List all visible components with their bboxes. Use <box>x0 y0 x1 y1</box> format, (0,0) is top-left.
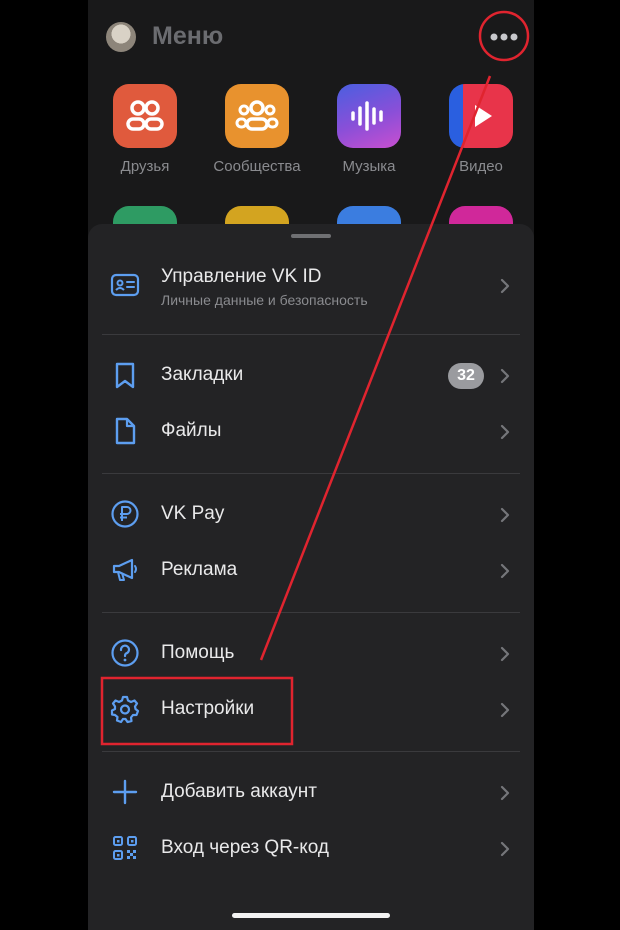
phone-screen: Меню Друзья Сообщества Музыка Видео Упра… <box>88 0 534 930</box>
question-icon <box>110 638 140 668</box>
menu-item-label: VK Pay <box>161 503 225 524</box>
menu-item-vk-pay[interactable]: VK Pay <box>102 487 520 543</box>
app-label: Музыка <box>342 158 396 175</box>
menu-item-subtitle: Личные данные и безопасность <box>161 292 368 308</box>
bookmark-icon <box>110 360 140 390</box>
app-friends[interactable]: Друзья <box>90 84 200 175</box>
chevron-right-icon <box>500 563 510 579</box>
sheet-grabber[interactable] <box>291 234 331 238</box>
app-label: Сообщества <box>213 158 301 175</box>
menu-item-files[interactable]: Файлы <box>102 404 520 460</box>
menu-item-label: Закладки <box>161 364 244 385</box>
menu-item-bookmarks[interactable]: Закладки 32 <box>102 348 520 404</box>
divider <box>102 473 520 474</box>
app-communities[interactable]: Сообщества <box>202 84 312 175</box>
music-icon <box>337 84 401 148</box>
menu-item-vk-id[interactable]: Управление VK ID Личные данные и безопас… <box>102 258 520 314</box>
more-button[interactable] <box>474 20 534 54</box>
counter-badge: 32 <box>448 363 484 389</box>
divider <box>102 751 520 752</box>
menu-item-label: Управление VK ID <box>161 266 322 287</box>
menu-item-label: Реклама <box>161 559 238 580</box>
menu-item-label: Добавить аккаунт <box>161 781 317 802</box>
app-label: Видео <box>459 158 503 175</box>
id-card-icon <box>110 270 140 300</box>
menu-item-add-account[interactable]: Добавить аккаунт <box>102 765 520 821</box>
avatar[interactable] <box>106 22 136 52</box>
menu-item-label: Файлы <box>161 420 222 441</box>
chevron-right-icon <box>500 424 510 440</box>
file-icon <box>110 416 140 446</box>
ruble-icon <box>110 499 140 529</box>
app-label: Друзья <box>120 158 170 175</box>
plus-icon <box>110 777 140 807</box>
chevron-right-icon <box>500 368 510 384</box>
chevron-right-icon <box>500 278 510 294</box>
menu-item-label: Помощь <box>161 642 235 663</box>
menu-item-label: Настройки <box>161 698 255 719</box>
video-icon <box>449 84 513 148</box>
friends-icon <box>113 84 177 148</box>
more-dots-icon <box>490 33 518 41</box>
home-indicator <box>232 913 390 918</box>
menu-sheet: Управление VK ID Личные данные и безопас… <box>88 224 534 930</box>
menu-item-qr-login[interactable]: Вход через QR-код <box>102 821 520 877</box>
menu-item-help[interactable]: Помощь <box>102 626 520 682</box>
communities-icon <box>225 84 289 148</box>
app-music[interactable]: Музыка <box>314 84 424 175</box>
divider <box>102 334 520 335</box>
menu-item-label: Вход через QR-код <box>161 837 330 858</box>
chevron-right-icon <box>500 646 510 662</box>
chevron-right-icon <box>500 785 510 801</box>
qr-code-icon <box>110 833 140 863</box>
megaphone-icon <box>110 555 140 585</box>
app-video[interactable]: Видео <box>426 84 534 175</box>
chevron-right-icon <box>500 702 510 718</box>
menu-item-settings[interactable]: Настройки <box>102 682 520 738</box>
header: Меню <box>88 0 534 74</box>
page-title: Меню <box>152 22 224 50</box>
chevron-right-icon <box>500 507 510 523</box>
chevron-right-icon <box>500 841 510 857</box>
divider <box>102 612 520 613</box>
gear-icon <box>110 694 140 724</box>
menu-item-ads[interactable]: Реклама <box>102 543 520 599</box>
